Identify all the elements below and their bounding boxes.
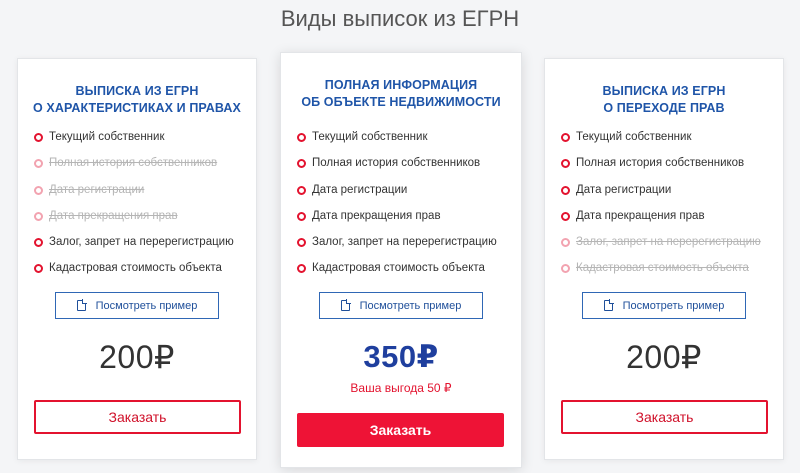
- card-title: ВЫПИСКА ИЗ ЕГРН О ПЕРЕХОДЕ ПРАВ: [545, 83, 783, 117]
- feature-item: Полная история собственников: [34, 155, 234, 181]
- document-icon: [76, 299, 87, 311]
- view-sample-label: Посмотреть пример: [95, 299, 198, 312]
- feature-item: Дата регистрации: [561, 182, 761, 208]
- bullet-icon: [297, 133, 306, 142]
- benefit-label: Ваша выгода 50 ₽: [350, 381, 452, 395]
- price: 200₽: [626, 339, 702, 375]
- feature-label: Дата прекращения прав: [49, 209, 178, 222]
- card-title-line: ПОЛНАЯ ИНФОРМАЦИЯ: [324, 78, 478, 92]
- view-sample-button[interactable]: Посмотреть пример: [319, 292, 483, 319]
- bullet-icon: [34, 185, 43, 195]
- card-title: ПОЛНАЯ ИНФОРМАЦИЯ ОБ ОБЪЕКТЕ НЕДВИЖИМОСТ…: [281, 77, 521, 111]
- card-title: ВЫПИСКА ИЗ ЕГРН О ХАРАКТЕРИСТИКАХ И ПРАВ…: [18, 83, 256, 117]
- bullet-icon: [561, 211, 570, 221]
- plan-card-characteristics: ВЫПИСКА ИЗ ЕГРН О ХАРАКТЕРИСТИКАХ И ПРАВ…: [17, 58, 257, 460]
- feature-label: Кадастровая стоимость объекта: [576, 262, 749, 275]
- feature-label: Дата прекращения прав: [312, 209, 441, 222]
- bullet-icon: [561, 264, 570, 274]
- feature-item: Кадастровая стоимость объекта: [34, 260, 234, 286]
- card-title-line: ОБ ОБЪЕКТЕ НЕДВИЖИМОСТИ: [301, 95, 501, 109]
- order-button[interactable]: Заказать: [561, 400, 768, 434]
- bullet-icon: [297, 211, 306, 221]
- view-sample-label: Посмотреть пример: [359, 299, 462, 312]
- feature-label: Полная история собственников: [49, 157, 218, 170]
- feature-label: Дата регистрации: [576, 183, 672, 196]
- feature-item: Дата прекращения прав: [34, 208, 234, 234]
- feature-item: Кадастровая стоимость объекта: [561, 260, 761, 286]
- view-sample-button[interactable]: Посмотреть пример: [582, 292, 746, 319]
- feature-item: Кадастровая стоимость объекта: [297, 260, 497, 286]
- feature-label: Кадастровая стоимость объекта: [49, 262, 222, 275]
- feature-label: Текущий собственник: [49, 131, 165, 143]
- bullet-icon: [297, 238, 306, 248]
- feature-label: Дата регистрации: [312, 183, 408, 196]
- view-sample-button[interactable]: Посмотреть пример: [55, 292, 219, 319]
- document-icon: [340, 299, 351, 311]
- bullet-icon: [34, 133, 43, 142]
- feature-label: Кадастровая стоимость объекта: [312, 262, 485, 275]
- bullet-icon: [561, 238, 570, 248]
- bullet-icon: [34, 238, 43, 248]
- price: 200₽: [99, 339, 175, 375]
- feature-item: Залог, запрет на перерегистрацию: [34, 234, 234, 260]
- plan-card-full-info: ПОЛНАЯ ИНФОРМАЦИЯ ОБ ОБЪЕКТЕ НЕДВИЖИМОСТ…: [280, 52, 522, 468]
- price: 350₽: [363, 339, 439, 374]
- order-button[interactable]: Заказать: [297, 413, 504, 447]
- feature-item: Полная история собственников: [297, 155, 497, 181]
- feature-item: Полная история собственников: [561, 155, 761, 181]
- feature-label: Текущий собственник: [576, 131, 692, 143]
- bullet-icon: [561, 133, 570, 142]
- card-title-line: О ПЕРЕХОДЕ ПРАВ: [603, 101, 725, 115]
- feature-label: Дата регистрации: [49, 183, 145, 196]
- feature-label: Дата прекращения прав: [576, 209, 705, 222]
- bullet-icon: [34, 159, 43, 169]
- feature-item: Текущий собственник: [297, 129, 497, 155]
- bullet-icon: [297, 264, 306, 274]
- document-icon: [603, 299, 614, 311]
- feature-label: Полная история собственников: [576, 157, 745, 170]
- page-title: Виды выписок из ЕГРН: [280, 6, 520, 31]
- feature-item: Дата прекращения прав: [297, 208, 497, 234]
- card-title-line: ВЫПИСКА ИЗ ЕГРН: [602, 84, 726, 98]
- feature-item: Залог, запрет на перерегистрацию: [561, 234, 761, 260]
- feature-label: Залог, запрет на перерегистрацию: [312, 236, 497, 249]
- feature-list: Текущий собственник Полная история собст…: [34, 129, 234, 287]
- bullet-icon: [561, 159, 570, 169]
- bullet-icon: [34, 211, 43, 221]
- card-title-line: О ХАРАКТЕРИСТИКАХ И ПРАВАХ: [33, 101, 241, 115]
- feature-item: Дата регистрации: [297, 182, 497, 208]
- plan-card-rights-transfer: ВЫПИСКА ИЗ ЕГРН О ПЕРЕХОДЕ ПРАВ Текущий …: [544, 58, 784, 460]
- view-sample-label: Посмотреть пример: [622, 299, 725, 312]
- feature-label: Залог, запрет на перерегистрацию: [576, 236, 761, 249]
- feature-label: Залог, запрет на перерегистрацию: [49, 236, 234, 249]
- feature-label: Текущий собственник: [312, 131, 428, 143]
- bullet-icon: [297, 185, 306, 195]
- feature-list: Текущий собственник Полная история собст…: [561, 129, 761, 287]
- feature-label: Полная история собственников: [312, 157, 481, 170]
- feature-item: Текущий собственник: [561, 129, 761, 155]
- bullet-icon: [297, 159, 306, 169]
- order-button[interactable]: Заказать: [34, 400, 241, 434]
- feature-item: Дата прекращения прав: [561, 208, 761, 234]
- bullet-icon: [34, 264, 43, 274]
- bullet-icon: [561, 185, 570, 195]
- feature-item: Текущий собственник: [34, 129, 234, 155]
- feature-item: Дата регистрации: [34, 182, 234, 208]
- feature-list: Текущий собственник Полная история собст…: [297, 129, 497, 287]
- feature-item: Залог, запрет на перерегистрацию: [297, 234, 497, 260]
- card-title-line: ВЫПИСКА ИЗ ЕГРН: [75, 84, 199, 98]
